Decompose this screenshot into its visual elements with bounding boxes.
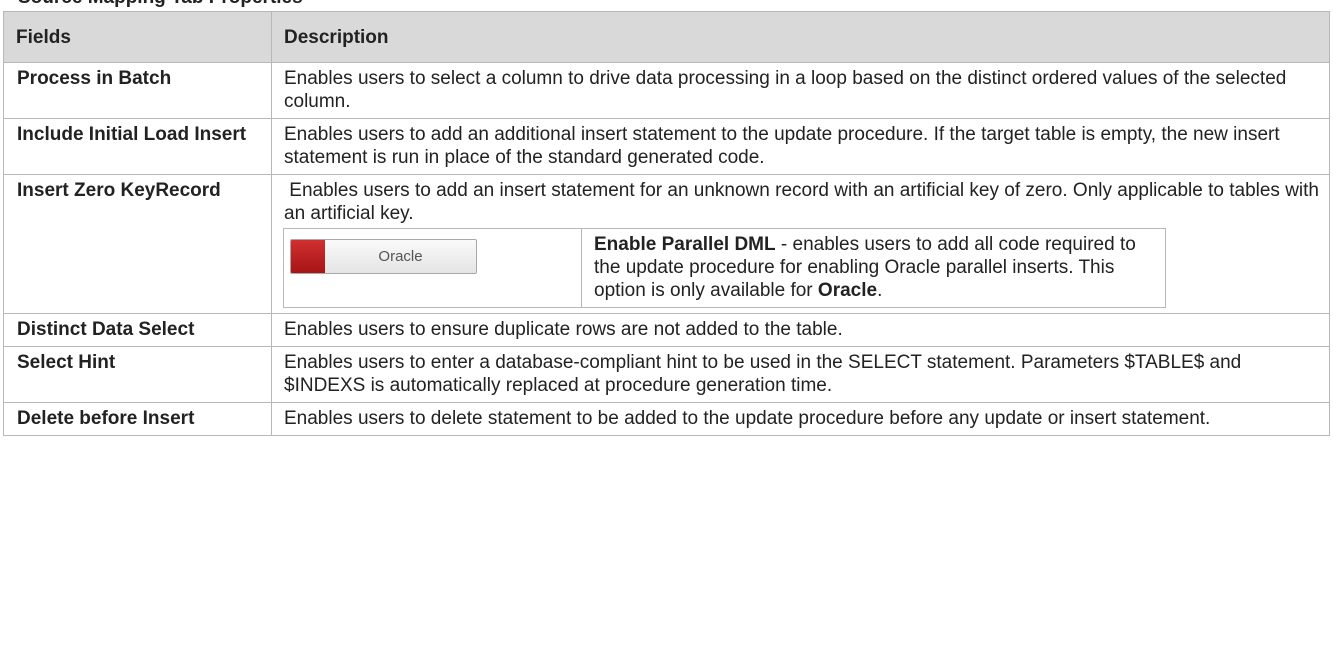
column-header-fields: Fields bbox=[3, 11, 272, 63]
oracle-badge-image: Oracle bbox=[290, 239, 477, 274]
note-end: . bbox=[877, 280, 883, 301]
note-emph: Oracle bbox=[817, 280, 878, 301]
table-row: Select Hint Enables users to enter a dat… bbox=[3, 346, 1330, 403]
table-row: Process in Batch Enables users to select… bbox=[3, 62, 1330, 119]
field-name: Insert Zero KeyRecord bbox=[3, 174, 272, 314]
field-description: Enables users to select a column to driv… bbox=[271, 62, 1330, 119]
field-name: Distinct Data Select bbox=[3, 313, 272, 347]
table-header-row: Fields Description bbox=[3, 11, 1330, 63]
field-description-cell: Enables users to add an insert statement… bbox=[271, 174, 1330, 314]
field-description: Enables users to ensure duplicate rows a… bbox=[271, 313, 1330, 347]
table-row: Delete before Insert Enables users to de… bbox=[3, 402, 1330, 436]
platform-badge-cell: Oracle bbox=[283, 228, 582, 308]
oracle-badge-label: Oracle bbox=[378, 248, 423, 265]
field-name: Select Hint bbox=[3, 346, 272, 403]
table-row: Include Initial Load Insert Enables user… bbox=[3, 118, 1330, 175]
field-description: Enables users to delete statement to be … bbox=[271, 402, 1330, 436]
field-description: Enables users to add an additional inser… bbox=[271, 118, 1330, 175]
field-description: Enables users to add an insert statement… bbox=[284, 180, 1325, 224]
field-description: Enables users to enter a database-compli… bbox=[271, 346, 1330, 403]
platform-note-row: Oracle Enable Parallel DML - enables use… bbox=[283, 228, 1166, 308]
field-name: Delete before Insert bbox=[3, 402, 272, 436]
field-name: Process in Batch bbox=[3, 62, 272, 119]
fields-table: Fields Description Process in Batch Enab… bbox=[3, 11, 1330, 436]
section-heading: Source Mapping Tab Properties bbox=[18, 0, 303, 9]
table-row: Distinct Data Select Enables users to en… bbox=[3, 313, 1330, 347]
platform-note-table: Oracle Enable Parallel DML - enables use… bbox=[283, 228, 1166, 308]
oracle-color-swatch bbox=[291, 240, 325, 273]
note-title: Enable Parallel DML bbox=[594, 234, 776, 255]
field-name: Include Initial Load Insert bbox=[3, 118, 272, 175]
table-row: Insert Zero KeyRecord Enables users to a… bbox=[3, 174, 1330, 314]
column-header-description: Description bbox=[271, 11, 1330, 63]
platform-note-text: Enable Parallel DML - enables users to a… bbox=[581, 228, 1166, 308]
